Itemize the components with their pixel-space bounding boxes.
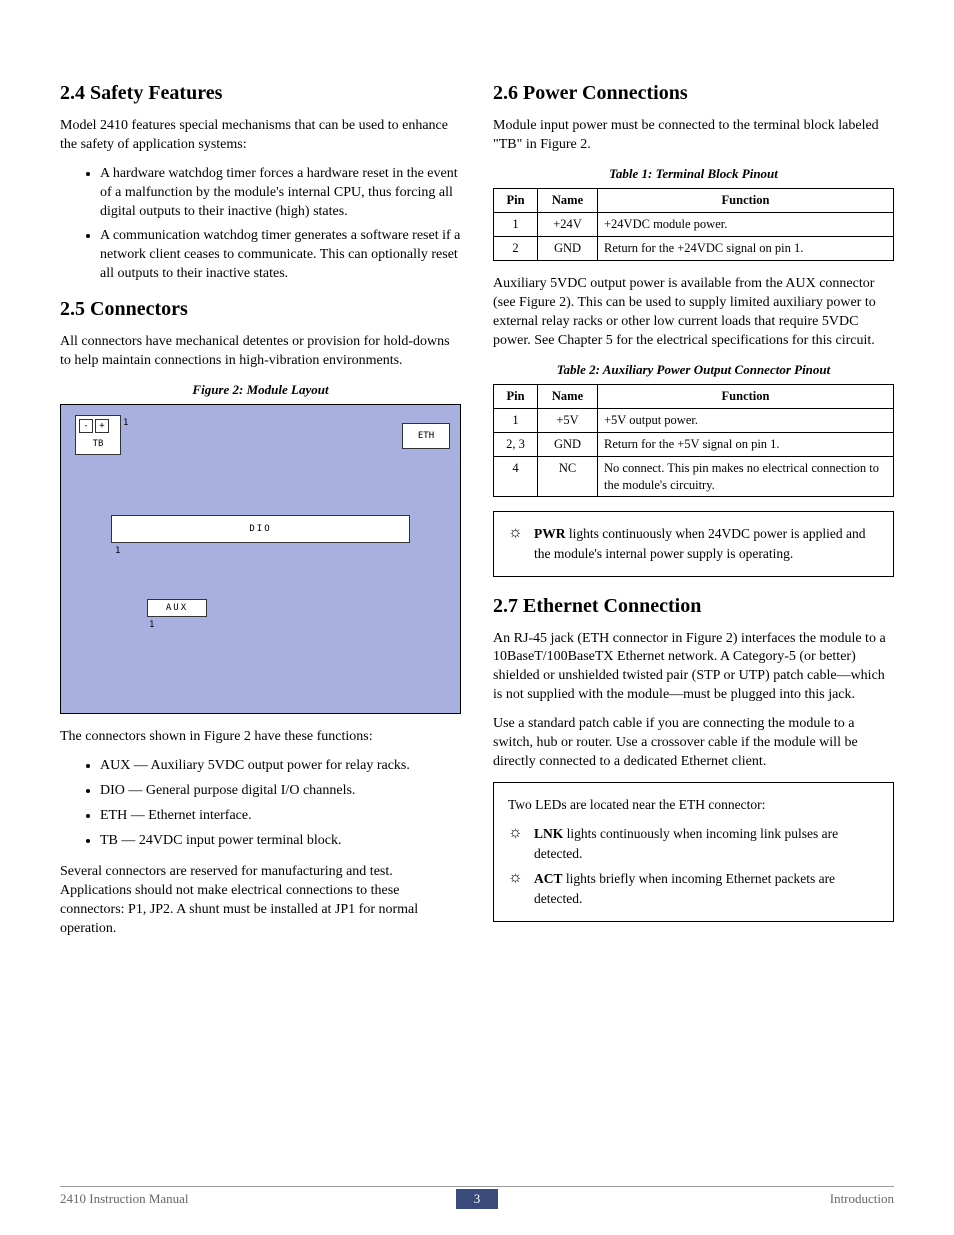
footer-left: 2410 Instruction Manual (60, 1190, 189, 1208)
table-cell: Return for the +5V signal on pin 1. (598, 432, 894, 456)
diagram-tb-plus: + (95, 419, 109, 433)
table-cell: +5V output power. (598, 408, 894, 432)
table-cell: +5V (538, 408, 598, 432)
table-cell: 2 (494, 237, 538, 261)
table-row: 2, 3 GND Return for the +5V signal on pi… (494, 432, 894, 456)
diagram-tb-minus: - (79, 419, 93, 433)
figure-2-caption: Figure 2: Module Layout (60, 381, 461, 399)
table-cell: +24VDC module power. (598, 213, 894, 237)
table-1-caption: Table 1: Terminal Block Pinout (493, 165, 894, 183)
act-note-text: ACT lights briefly when incoming Etherne… (534, 869, 879, 908)
s24-intro: Model 2410 features special mechanisms t… (60, 117, 461, 155)
table-header: Pin (494, 385, 538, 409)
table-cell: 1 (494, 213, 538, 237)
module-layout-diagram: - + TB 1 ETH DIO 1 AUX 1 (60, 404, 461, 714)
table-2: Pin Name Function 1 +5V +5V output power… (493, 384, 894, 497)
footer-rule (60, 1186, 894, 1187)
sun-icon: ☼ (508, 824, 526, 863)
diagram-dio-connector: DIO (111, 515, 410, 543)
heading-2-6: 2.6 Power Connections (493, 80, 894, 107)
left-column: 2.4 Safety Features Model 2410 features … (60, 80, 461, 948)
footer-page-number: 3 (456, 1189, 499, 1209)
diagram-aux-pin1: 1 (149, 619, 154, 631)
s27-p1: An RJ-45 jack (ETH connector in Figure 2… (493, 630, 894, 706)
s24-bullet: A hardware watchdog timer forces a hardw… (100, 165, 461, 222)
table-cell: 4 (494, 456, 538, 497)
s25-conn-bullets: AUX — Auxiliary 5VDC output power for re… (60, 757, 461, 851)
table-cell: +24V (538, 213, 598, 237)
table-cell: GND (538, 432, 598, 456)
table-header: Function (598, 189, 894, 213)
table-1: Pin Name Function 1 +24V +24VDC module p… (493, 188, 894, 261)
diagram-tb-connector: - + TB (75, 415, 121, 455)
s25-reserved: Several connectors are reserved for manu… (60, 863, 461, 939)
s25-after-fig: The connectors shown in Figure 2 have th… (60, 728, 461, 747)
sun-icon: ☼ (508, 869, 526, 908)
s26-aux-text: Auxiliary 5VDC output power is available… (493, 275, 894, 351)
pwr-rest: lights continuously when 24VDC power is … (534, 526, 865, 561)
s25-intro: All connectors have mechanical detentes … (60, 333, 461, 371)
heading-2-4: 2.4 Safety Features (60, 80, 461, 107)
table-cell: NC (538, 456, 598, 497)
table-row: 1 +24V +24VDC module power. (494, 213, 894, 237)
diagram-tb-pin1: 1 (123, 417, 128, 429)
table-header: Pin (494, 189, 538, 213)
act-label: ACT (534, 871, 563, 886)
lnk-note-text: LNK lights continuously when incoming li… (534, 824, 879, 863)
heading-2-7: 2.7 Ethernet Connection (493, 593, 894, 620)
table-cell: No connect. This pin makes no electrical… (598, 456, 894, 497)
diagram-aux-connector: AUX (147, 599, 207, 617)
s25-conn-bullet: AUX — Auxiliary 5VDC output power for re… (100, 757, 461, 776)
s24-bullet: A communication watchdog timer generates… (100, 227, 461, 284)
page-footer: 2410 Instruction Manual 3 Introduction (60, 1189, 894, 1209)
s27-p2: Use a standard patch cable if you are co… (493, 715, 894, 772)
table-header: Function (598, 385, 894, 409)
diagram-tb-label: TB (76, 438, 120, 450)
s26-intro: Module input power must be connected to … (493, 117, 894, 155)
footer-right: Introduction (830, 1190, 894, 1208)
s25-conn-bullet: ETH — Ethernet interface. (100, 807, 461, 826)
diagram-dio-pin1: 1 (115, 545, 120, 557)
pwr-label: PWR (534, 526, 566, 541)
table-cell: Return for the +24VDC signal on pin 1. (598, 237, 894, 261)
s25-conn-bullet: TB — 24VDC input power terminal block. (100, 832, 461, 851)
diagram-eth-connector: ETH (402, 423, 450, 449)
led-note-box: Two LEDs are located near the ETH connec… (493, 782, 894, 922)
s24-bullets: A hardware watchdog timer forces a hardw… (60, 165, 461, 284)
table-cell: 1 (494, 408, 538, 432)
table-row: 2 GND Return for the +24VDC signal on pi… (494, 237, 894, 261)
right-column: 2.6 Power Connections Module input power… (493, 80, 894, 948)
table-row: 4 NC No connect. This pin makes no elect… (494, 456, 894, 497)
led-intro: Two LEDs are located near the ETH connec… (508, 795, 879, 815)
lnk-rest: lights continuously when incoming link p… (534, 826, 838, 861)
table-cell: 2, 3 (494, 432, 538, 456)
pwr-note-box: ☼ PWR lights continuously when 24VDC pow… (493, 511, 894, 576)
heading-2-5: 2.5 Connectors (60, 296, 461, 323)
act-rest: lights briefly when incoming Ethernet pa… (534, 871, 835, 906)
table-header: Name (538, 189, 598, 213)
table-cell: GND (538, 237, 598, 261)
sun-icon: ☼ (508, 524, 526, 563)
lnk-label: LNK (534, 826, 563, 841)
table-row: 1 +5V +5V output power. (494, 408, 894, 432)
pwr-note-text: PWR lights continuously when 24VDC power… (534, 524, 879, 563)
table-header: Name (538, 385, 598, 409)
table-2-caption: Table 2: Auxiliary Power Output Connecto… (493, 361, 894, 379)
s25-conn-bullet: DIO — General purpose digital I/O channe… (100, 782, 461, 801)
